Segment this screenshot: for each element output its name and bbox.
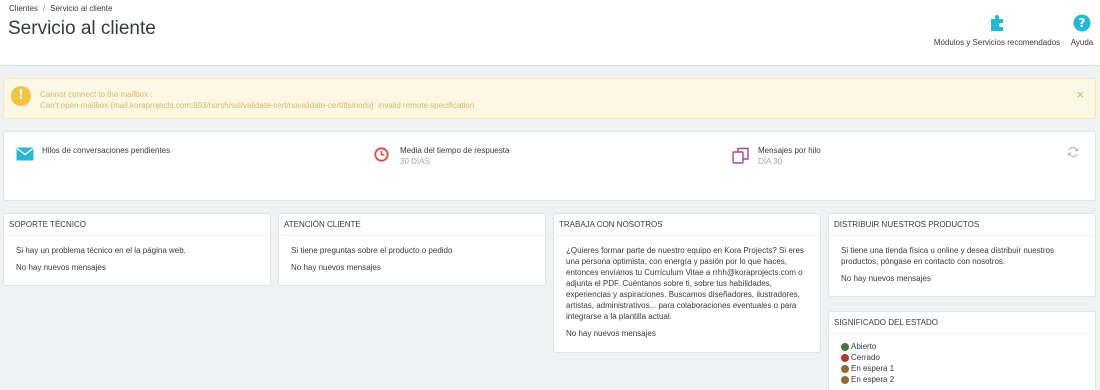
recommended-modules-label: Módulos y Servicios recomendados bbox=[933, 38, 1061, 47]
panel-status-meaning-title: SIGNIFICADO DEL ESTADO bbox=[829, 312, 1095, 334]
panel-customer-attention-text: Si tiene preguntas sobre el producto o p… bbox=[291, 246, 453, 255]
puzzle-icon bbox=[991, 15, 1003, 31]
kpi-response-sub: 30 DÍAS bbox=[400, 157, 430, 166]
panel-status-meaning: SIGNIFICADO DEL ESTADO Abierto Cerrado E… bbox=[828, 311, 1096, 390]
panel-work-with-us-title: TRABAJA CON NOSOTROS bbox=[554, 214, 820, 236]
breadcrumb-clientes-link[interactable]: Clientes bbox=[9, 4, 38, 13]
breadcrumb-separator: / bbox=[42, 4, 46, 13]
status-dot-icon bbox=[841, 353, 849, 362]
mailbox-warning-alert: ! Cannot connect to the mailbox : Can't … bbox=[3, 78, 1096, 119]
refresh-icon[interactable] bbox=[1067, 146, 1079, 158]
breadcrumb: Clientes / Servicio al cliente bbox=[9, 4, 112, 13]
status-legend-item: Abierto bbox=[841, 341, 1083, 352]
status-label: Cerrado bbox=[851, 353, 880, 362]
kpi-messages-sub: DÍA 30 bbox=[758, 157, 783, 166]
page-title: Servicio al cliente bbox=[8, 18, 156, 39]
panel-technical-support: SOPORTE TÉCNICO Si hay un problema técni… bbox=[3, 213, 271, 286]
status-dot-icon bbox=[841, 364, 849, 373]
kpi-row: Hilos de conversaciones pendientes Media… bbox=[3, 131, 1096, 201]
status-dot-icon bbox=[841, 375, 849, 384]
question-circle-icon: ? bbox=[1073, 14, 1091, 32]
kpi-messages-label: Mensajes por hilo bbox=[758, 146, 821, 155]
panel-work-with-us-empty: No hay nuevos mensajes bbox=[566, 329, 656, 338]
status-legend-item: En espera 2 bbox=[841, 374, 1083, 385]
alert-close-button[interactable]: × bbox=[1076, 88, 1085, 101]
panel-customer-attention-empty: No hay nuevos mensajes bbox=[291, 263, 381, 272]
status-legend-list: Abierto Cerrado En espera 1 En espera 2 bbox=[829, 334, 1095, 390]
recommended-modules-button[interactable]: Módulos y Servicios recomendados bbox=[930, 14, 1064, 47]
panel-distribute-products-title: DISTRIBUIR NUESTROS PRODUCTOS bbox=[829, 214, 1095, 236]
panel-work-with-us: TRABAJA CON NOSOTROS ¿Quieres formar par… bbox=[553, 213, 821, 353]
envelope-icon bbox=[16, 147, 34, 161]
panel-work-with-us-text: ¿Quieres formar parte de nuestro equipo … bbox=[566, 246, 804, 321]
alert-title: Cannot connect to the mailbox : bbox=[40, 90, 153, 99]
kpi-response-time[interactable]: Media del tiempo de respuesta 30 DÍAS bbox=[374, 146, 510, 166]
status-legend-item: En espera 1 bbox=[841, 363, 1083, 374]
panel-technical-support-text: Si hay un problema técnico en el la pági… bbox=[16, 246, 186, 255]
copy-icon bbox=[732, 147, 749, 164]
panel-technical-support-empty: No hay nuevos mensajes bbox=[16, 263, 106, 272]
kpi-pending-threads[interactable]: Hilos de conversaciones pendientes bbox=[16, 146, 171, 161]
help-button[interactable]: ? Ayuda bbox=[1066, 14, 1098, 47]
panel-customer-attention-title: ATENCIÓN CLIENTE bbox=[279, 214, 545, 236]
clock-icon bbox=[374, 147, 389, 162]
page-header: Clientes / Servicio al cliente Servicio al… bbox=[0, 0, 1100, 66]
alert-detail: Can't open mailbox {mail.koraprojects.co… bbox=[40, 101, 475, 110]
status-label: En espera 2 bbox=[851, 375, 895, 384]
warning-icon: ! bbox=[11, 86, 31, 106]
kpi-response-label: Media del tiempo de respuesta bbox=[400, 146, 510, 155]
panel-customer-attention: ATENCIÓN CLIENTE Si tiene preguntas sobr… bbox=[278, 213, 546, 286]
panel-distribute-products-text: Si tiene una tienda física u online y de… bbox=[841, 246, 1055, 266]
help-label: Ayuda bbox=[1070, 38, 1094, 47]
panel-distribute-products-empty: No hay nuevos mensajes bbox=[841, 274, 931, 283]
kpi-messages-per-thread[interactable]: Mensajes por hilo DÍA 30 bbox=[732, 146, 821, 166]
breadcrumb-current: Servicio al cliente bbox=[50, 4, 113, 13]
svg-text:?: ? bbox=[1079, 16, 1086, 30]
status-dot-icon bbox=[841, 342, 849, 351]
panel-technical-support-title: SOPORTE TÉCNICO bbox=[4, 214, 270, 236]
status-label: En espera 1 bbox=[851, 364, 895, 373]
status-legend-item: Cerrado bbox=[841, 352, 1083, 363]
panel-distribute-products: DISTRIBUIR NUESTROS PRODUCTOS Si tiene u… bbox=[828, 213, 1096, 297]
kpi-pending-label: Hilos de conversaciones pendientes bbox=[42, 146, 171, 155]
status-label: Abierto bbox=[851, 342, 877, 351]
